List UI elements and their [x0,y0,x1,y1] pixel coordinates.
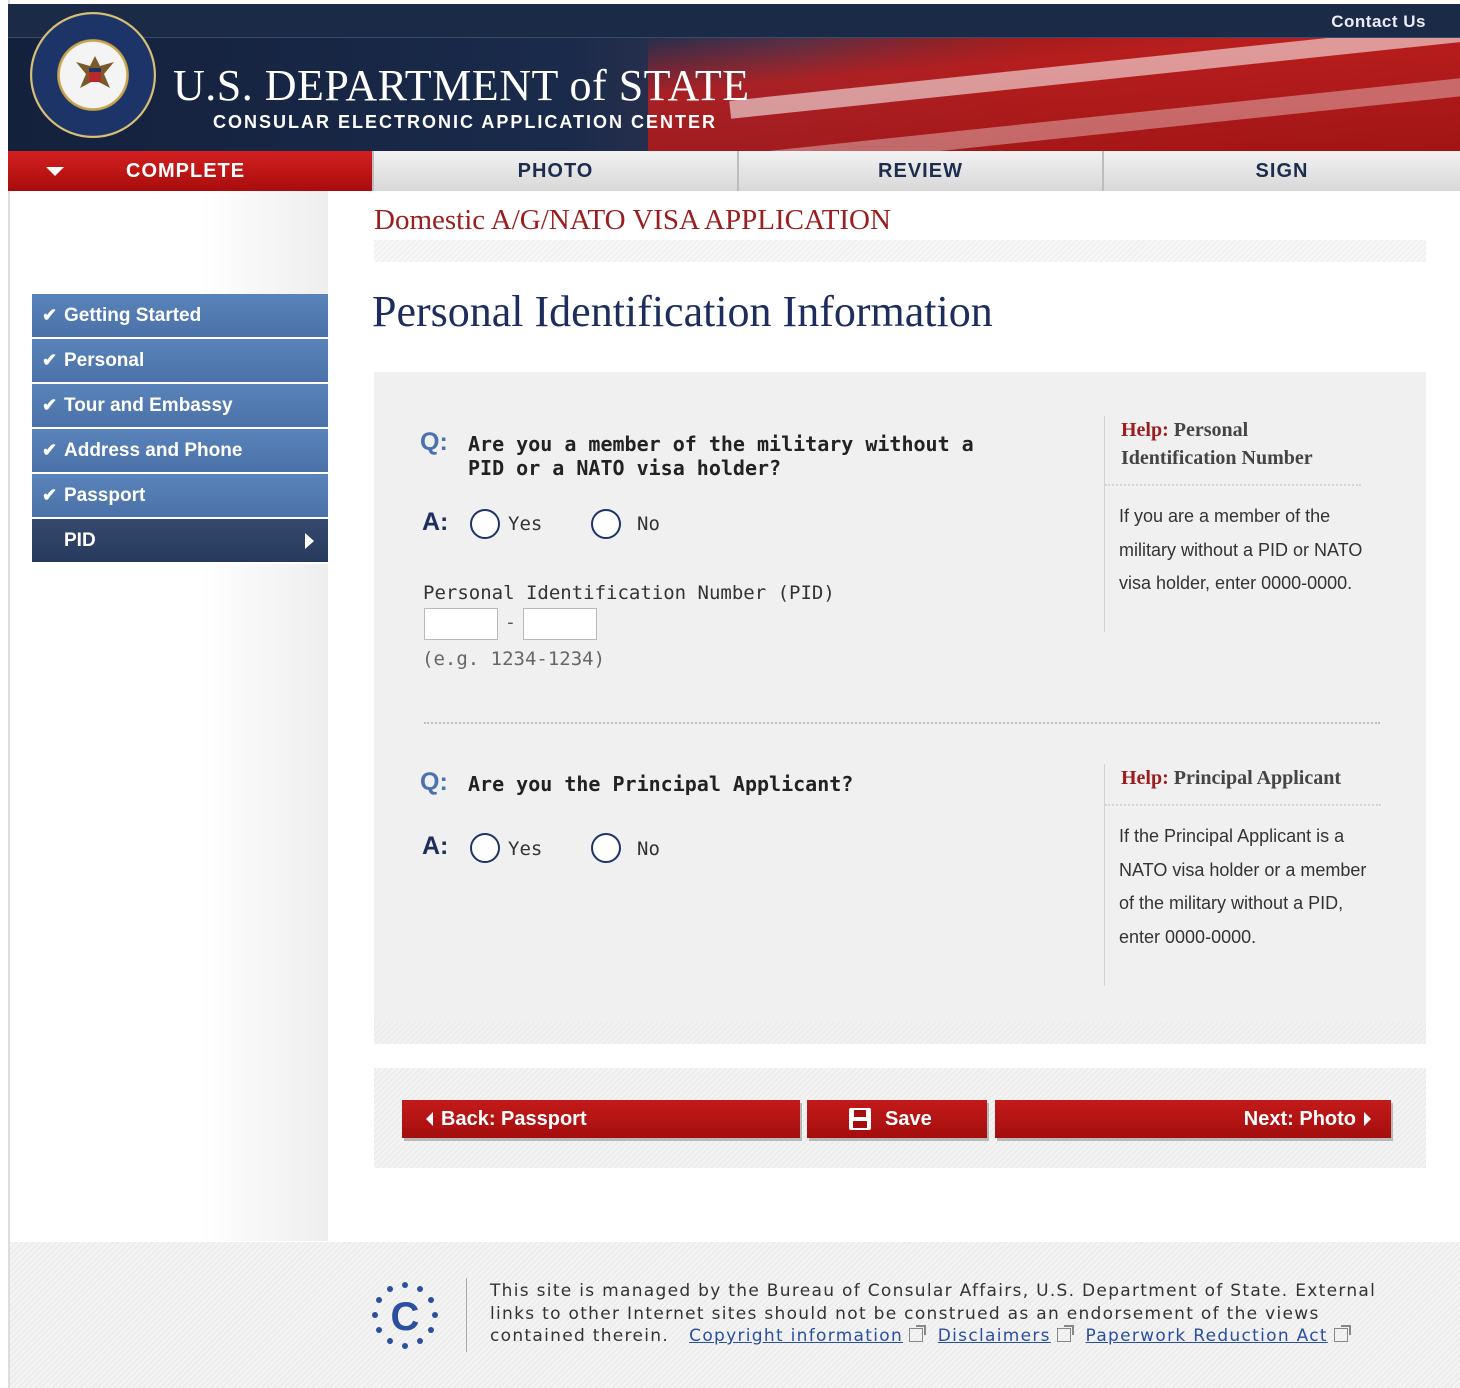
application-title: Domestic A/G/NATO VISA APPLICATION [374,204,891,236]
sidebar-item-getting-started[interactable]: ✔ Getting Started [32,294,328,339]
pid-part-1-input[interactable] [424,608,498,640]
sidebar-nav: ✔ Getting Started ✔ Personal ✔ Tour and … [32,294,328,564]
ceac-c-logo-icon: C [372,1282,438,1349]
step-label: SIGN [1255,159,1309,182]
question-2-yes-radio[interactable] [470,833,500,863]
question-marker: Q: [420,428,448,456]
question-2-no-label: No [637,838,660,860]
sidebar-item-label: Getting Started [64,304,202,326]
pid-label: Personal Identification Number (PID) [423,582,835,604]
help-title: Help: Personal Identification Number [1105,416,1361,486]
eagle-icon [76,56,114,88]
sidebar-item-passport[interactable]: ✔ Passport [32,474,328,519]
chevron-down-icon [46,166,64,176]
sidebar-item-address-and-phone[interactable]: ✔ Address and Phone [32,429,328,474]
pid-hint: (e.g. 1234-1234) [422,648,606,670]
step-label: PHOTO [517,159,594,182]
state-department-seal-icon [30,12,156,138]
sidebar-item-pid[interactable]: PID [32,519,328,564]
sidebar-item-label: PID [64,529,96,551]
checkmark-icon: ✔ [42,395,58,415]
sidebar-item-label: Tour and Embassy [64,394,233,416]
copyright-link[interactable]: Copyright information [689,1326,903,1346]
checkmark-icon: ✔ [42,305,58,325]
floppy-disk-icon [849,1108,871,1130]
help-box-pid: Help: Personal Identification Number If … [1104,416,1384,632]
question-1-yes-label: Yes [508,513,543,535]
sidebar-item-personal[interactable]: ✔ Personal [32,339,328,384]
help-title: Help: Principal Applicant [1105,764,1381,806]
question-1-no-label: No [637,513,660,535]
checkmark-icon: ✔ [42,350,58,370]
contact-us-link[interactable]: Contact Us [1331,12,1426,32]
help-text: If you are a member of the military with… [1119,506,1363,593]
external-link-icon [1056,1325,1074,1342]
section-divider [424,722,1380,724]
next-button[interactable]: Next: Photo [995,1100,1391,1138]
question-2-no-radio[interactable] [591,833,621,863]
chevron-right-icon [1364,1112,1371,1126]
footer-text: This site is managed by the Bureau of Co… [490,1280,1390,1348]
answer-marker: A: [422,832,449,860]
external-link-icon [909,1325,927,1342]
help-text: If the Principal Applicant is a NATO vis… [1119,826,1367,947]
external-link-icon [1333,1325,1351,1342]
chevron-left-icon [426,1112,433,1126]
department-title: U.S. DEPARTMENT of STATE [173,61,750,110]
page-title: Personal Identification Information [372,287,993,336]
question-2-yes-label: Yes [508,838,543,860]
checkmark-icon: ✔ [42,485,58,505]
step-tab-photo[interactable]: PHOTO [374,151,739,191]
chevron-right-icon [305,532,314,549]
svg-text:C: C [391,1295,420,1339]
save-button[interactable]: Save [807,1100,987,1138]
step-tab-sign[interactable]: SIGN [1104,151,1460,191]
step-label: COMPLETE [126,159,246,182]
answer-marker: A: [422,508,449,536]
sidebar-item-label: Personal [64,349,145,371]
sidebar-item-label: Passport [64,484,146,506]
question-marker: Q: [420,768,448,796]
step-tab-complete[interactable]: COMPLETE [8,151,374,191]
department-subtitle: CONSULAR ELECTRONIC APPLICATION CENTER [213,112,718,132]
step-label: REVIEW [878,159,963,182]
application-steps: COMPLETE PHOTO REVIEW SIGN [8,151,1460,191]
back-button[interactable]: Back: Passport [402,1100,800,1138]
disclaimers-link[interactable]: Disclaimers [938,1326,1051,1346]
question-1-no-radio[interactable] [591,509,621,539]
sidebar-item-label: Address and Phone [64,439,243,461]
sidebar-item-tour-and-embassy[interactable]: ✔ Tour and Embassy [32,384,328,429]
question-2-text: Are you the Principal Applicant? [468,772,854,796]
site-header: Contact Us U.S. DEPARTMENT of STATE CONS… [8,4,1460,151]
question-1-text: Are you a member of the military without… [468,432,974,480]
question-1-yes-radio[interactable] [470,509,500,539]
paperwork-reduction-act-link[interactable]: Paperwork Reduction Act [1086,1326,1328,1346]
step-tab-review[interactable]: REVIEW [739,151,1104,191]
header-top-bar [8,4,1460,38]
checkmark-icon: ✔ [42,440,58,460]
pid-part-2-input[interactable] [523,608,597,640]
pid-separator: - [505,612,516,633]
help-box-principal-applicant: Help: Principal Applicant If the Princip… [1104,764,1384,986]
